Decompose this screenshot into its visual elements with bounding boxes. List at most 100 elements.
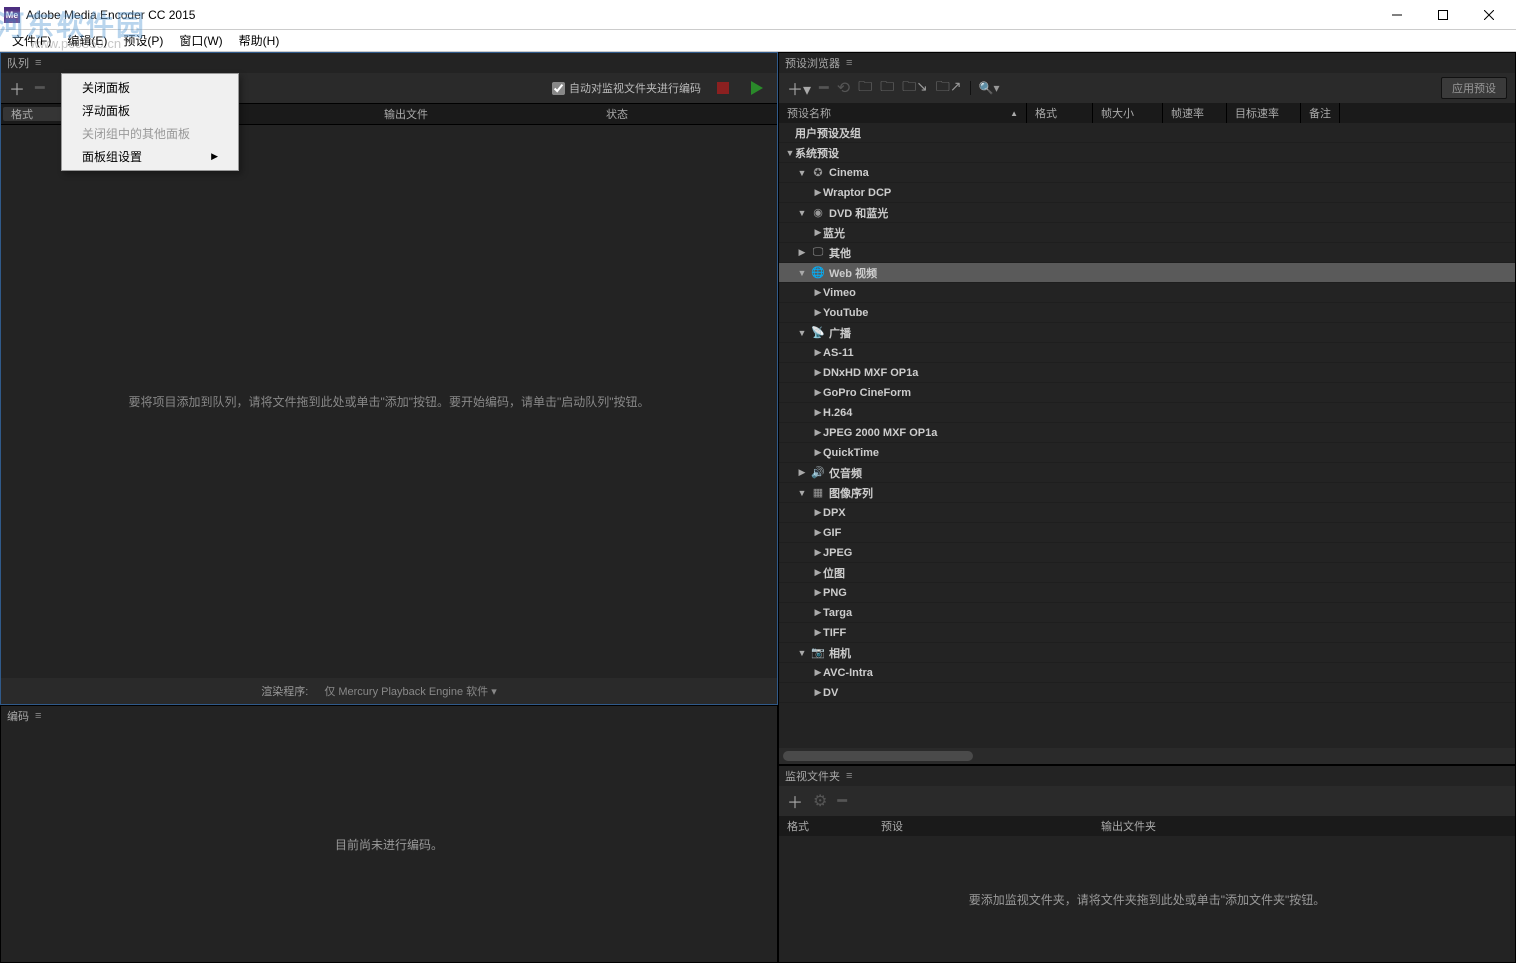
preset-col-name[interactable]: 预设名称▲ — [779, 103, 1027, 123]
submenu-arrow-icon: ▶ — [211, 151, 218, 162]
tree-user-presets[interactable]: 用户预设及组 — [779, 123, 1515, 143]
tree-gif[interactable]: ▶GIF — [779, 523, 1515, 543]
queue-empty-text: 要将项目添加到队列，请将文件拖到此处或单击"添加"按钮。要开始编码，请单击"启动… — [128, 393, 649, 410]
new-preset-group-button[interactable]: 🗀 — [858, 76, 872, 100]
monitor-icon: 🖵 — [810, 246, 826, 259]
preset-col-notes[interactable]: 备注 — [1301, 103, 1340, 123]
cinema-icon: ✪ — [810, 166, 826, 179]
preset-horizontal-scrollbar[interactable] — [779, 748, 1515, 764]
encoding-panel: 编码 ≡ 目前尚未进行编码。 — [0, 705, 778, 963]
encoding-tab[interactable]: 编码 — [7, 708, 29, 724]
preset-settings-button[interactable]: 🗀 — [880, 76, 894, 100]
watch-folder-tab[interactable]: 监视文件夹 — [785, 768, 840, 784]
app-icon: Me — [4, 7, 20, 23]
auto-encode-label: 自动对监视文件夹进行编码 — [569, 80, 701, 96]
window-minimize-button[interactable] — [1374, 1, 1420, 29]
tree-web-video[interactable]: ▼🌐Web 视频 — [779, 263, 1515, 283]
menu-window[interactable]: 窗口(W) — [171, 30, 230, 51]
stop-queue-button[interactable] — [717, 82, 729, 94]
ctx-float-panel[interactable]: 浮动面板 — [62, 99, 238, 122]
watch-col-output: 输出文件夹 — [1093, 816, 1164, 836]
tree-avcintra[interactable]: ▶AVC-Intra — [779, 663, 1515, 683]
export-preset-button[interactable]: 🗀↗ — [936, 76, 962, 100]
render-engine-label: 渲染程序: — [261, 683, 308, 699]
tree-cinema[interactable]: ▼✪Cinema — [779, 163, 1515, 183]
tree-wraptor[interactable]: ▶Wraptor DCP — [779, 183, 1515, 203]
preset-col-rate[interactable]: 帧速率 — [1163, 103, 1227, 123]
encoding-panel-menu-icon[interactable]: ≡ — [35, 710, 41, 722]
tree-as11[interactable]: ▶AS-11 — [779, 343, 1515, 363]
menu-edit[interactable]: 编辑(E) — [59, 30, 115, 51]
window-title: Adobe Media Encoder CC 2015 — [26, 8, 1374, 22]
tree-system-presets[interactable]: ▼系统预设 — [779, 143, 1515, 163]
broadcast-icon: 📡 — [810, 326, 826, 339]
add-watch-folder-button[interactable]: ＋ — [787, 789, 803, 813]
remove-watch-folder-button[interactable]: ━ — [837, 791, 847, 811]
preset-search-input[interactable]: 🔍▾ — [970, 81, 1000, 95]
preset-col-size[interactable]: 帧大小 — [1093, 103, 1163, 123]
menubar: 文件(F) 编辑(E) 预设(P) 窗口(W) 帮助(H) — [0, 30, 1516, 52]
tree-vimeo[interactable]: ▶Vimeo — [779, 283, 1515, 303]
menu-file[interactable]: 文件(F) — [4, 30, 59, 51]
preset-tree[interactable]: 用户预设及组 ▼系统预设 ▼✪Cinema ▶Wraptor DCP ▼◉DVD… — [779, 123, 1515, 748]
tree-quicktime[interactable]: ▶QuickTime — [779, 443, 1515, 463]
tree-gopro[interactable]: ▶GoPro CineForm — [779, 383, 1515, 403]
queue-drop-area[interactable]: 要将项目添加到队列，请将文件拖到此处或单击"添加"按钮。要开始编码，请单击"启动… — [1, 125, 777, 678]
delete-preset-button[interactable]: ━ — [819, 78, 829, 98]
queue-col-status: 状态 — [598, 106, 636, 122]
menu-preset[interactable]: 预设(P) — [115, 30, 171, 51]
window-close-button[interactable] — [1466, 1, 1512, 29]
preset-col-format[interactable]: 格式 — [1027, 103, 1093, 123]
tree-h264[interactable]: ▶H.264 — [779, 403, 1515, 423]
disc-icon: ◉ — [810, 206, 826, 219]
add-source-button[interactable]: ＋ — [9, 76, 25, 100]
watch-col-format: 格式 — [779, 816, 873, 836]
watch-settings-button[interactable]: ⚙ — [813, 791, 827, 811]
image-seq-icon: ▦ — [810, 486, 826, 499]
tree-bluray[interactable]: ▶蓝光 — [779, 223, 1515, 243]
auto-encode-checkbox[interactable]: 自动对监视文件夹进行编码 — [552, 80, 701, 96]
tree-dv[interactable]: ▶DV — [779, 683, 1515, 703]
apply-preset-button[interactable]: 应用预设 — [1441, 77, 1507, 99]
tree-bitmap[interactable]: ▶位图 — [779, 563, 1515, 583]
tree-jpeg[interactable]: ▶JPEG — [779, 543, 1515, 563]
watch-panel-menu-icon[interactable]: ≡ — [846, 770, 852, 782]
tree-dpx[interactable]: ▶DPX — [779, 503, 1515, 523]
window-maximize-button[interactable] — [1420, 1, 1466, 29]
tree-broadcast[interactable]: ▼📡广播 — [779, 323, 1515, 343]
tree-dnxhd[interactable]: ▶DNxHD MXF OP1a — [779, 363, 1515, 383]
queue-tab[interactable]: 队列 — [7, 55, 29, 71]
camera-icon: 📷 — [810, 646, 826, 659]
preset-browser-panel: 预设浏览器 ≡ ＋▾ ━ ⟲ 🗀 🗀 🗀↘ 🗀↗ 🔍▾ 应用预设 预设名称▲ 格… — [778, 52, 1516, 765]
tree-targa[interactable]: ▶Targa — [779, 603, 1515, 623]
preset-browser-tab[interactable]: 预设浏览器 — [785, 55, 840, 71]
tree-jpeg2000[interactable]: ▶JPEG 2000 MXF OP1a — [779, 423, 1515, 443]
remove-source-button[interactable]: ━ — [35, 78, 45, 98]
preset-col-target[interactable]: 目标速率 — [1227, 103, 1301, 123]
render-engine-dropdown[interactable]: 仅 Mercury Playback Engine 软件 ▾ — [318, 681, 516, 701]
menu-help[interactable]: 帮助(H) — [231, 30, 288, 51]
start-queue-button[interactable] — [751, 81, 763, 95]
encoding-empty-text: 目前尚未进行编码。 — [335, 836, 443, 853]
watch-empty-text: 要添加监视文件夹，请将文件夹拖到此处或单击"添加文件夹"按钮。 — [969, 891, 1326, 908]
ctx-panel-settings[interactable]: 面板组设置▶ — [62, 145, 238, 168]
preset-panel-menu-icon[interactable]: ≡ — [846, 57, 852, 69]
tree-png[interactable]: ▶PNG — [779, 583, 1515, 603]
tree-image-seq[interactable]: ▼▦图像序列 — [779, 483, 1515, 503]
ctx-close-panel[interactable]: 关闭面板 — [62, 76, 238, 99]
watch-drop-area[interactable]: 要添加监视文件夹，请将文件夹拖到此处或单击"添加文件夹"按钮。 — [779, 836, 1515, 962]
sync-preset-button[interactable]: ⟲ — [837, 78, 850, 98]
tree-dvd-bluray[interactable]: ▼◉DVD 和蓝光 — [779, 203, 1515, 223]
panel-context-menu: 关闭面板 浮动面板 关闭组中的其他面板 面板组设置▶ — [61, 73, 239, 171]
tree-other[interactable]: ▶🖵其他 — [779, 243, 1515, 263]
watch-folder-panel: 监视文件夹 ≡ ＋ ⚙ ━ 格式 预设 输出文件夹 要添加监视文件夹，请将文件夹… — [778, 765, 1516, 963]
tree-camera[interactable]: ▼📷相机 — [779, 643, 1515, 663]
import-preset-button[interactable]: 🗀↘ — [902, 76, 928, 100]
globe-icon: 🌐 — [810, 266, 826, 279]
tree-tiff[interactable]: ▶TIFF — [779, 623, 1515, 643]
ctx-close-others: 关闭组中的其他面板 — [62, 122, 238, 145]
tree-youtube[interactable]: ▶YouTube — [779, 303, 1515, 323]
queue-panel-menu-icon[interactable]: ≡ — [35, 57, 41, 69]
new-preset-button[interactable]: ＋▾ — [787, 76, 811, 100]
tree-audio-only[interactable]: ▶🔊仅音频 — [779, 463, 1515, 483]
